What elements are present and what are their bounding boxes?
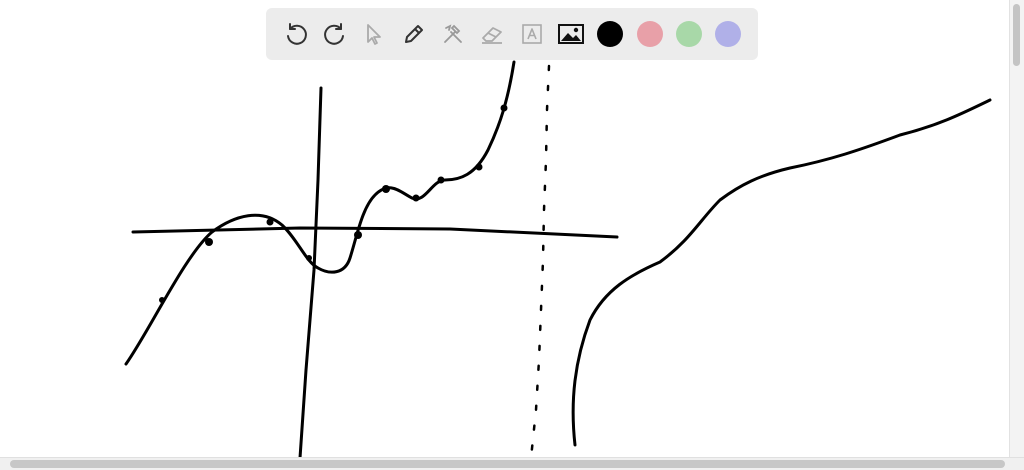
point-marker [382, 185, 390, 193]
color-pink-swatch [636, 21, 663, 47]
color-black-swatch [597, 21, 624, 47]
image-icon [557, 24, 584, 44]
asymptote-stroke [529, 64, 551, 460]
right-branch-stroke [571, 98, 992, 447]
vertical-scrollbar[interactable] [1009, 0, 1024, 458]
point-marker [437, 176, 445, 184]
eraser-icon [482, 27, 503, 44]
drawing-canvas[interactable] [0, 0, 1024, 470]
tools-icon [444, 24, 462, 43]
pointer-icon [367, 24, 382, 45]
point-marker [475, 163, 483, 171]
color-swatch-green[interactable] [669, 14, 708, 54]
text-icon [521, 24, 542, 44]
undo-button[interactable] [276, 14, 315, 54]
point-marker [412, 194, 420, 202]
point-marker [266, 218, 274, 226]
pen-icon [404, 25, 423, 43]
eraser-tool-button[interactable] [473, 14, 512, 54]
drawing-toolbar [266, 8, 758, 60]
point-marker [354, 231, 362, 239]
point-marker [159, 297, 165, 303]
undo-icon [286, 23, 307, 45]
vertical-scrollbar-thumb[interactable] [1013, 4, 1020, 66]
select-tool-button[interactable] [355, 14, 394, 54]
point-marker [306, 255, 312, 261]
horizontal-scrollbar-thumb[interactable] [10, 460, 1005, 468]
shapes-tool-button[interactable] [433, 14, 472, 54]
point-marker [205, 238, 213, 246]
color-purple-swatch [715, 21, 742, 47]
color-green-swatch [675, 21, 702, 47]
color-swatch-purple[interactable] [709, 14, 748, 54]
redo-icon [324, 23, 344, 45]
point-marker [500, 104, 508, 112]
color-swatch-black[interactable] [591, 14, 630, 54]
image-tool-button[interactable] [551, 14, 590, 54]
text-tool-button[interactable] [512, 14, 551, 54]
redo-button[interactable] [315, 14, 354, 54]
color-swatch-pink[interactable] [630, 14, 669, 54]
y-axis-stroke [298, 86, 323, 460]
horizontal-scrollbar[interactable] [0, 457, 1024, 470]
pen-tool-button[interactable] [394, 14, 433, 54]
